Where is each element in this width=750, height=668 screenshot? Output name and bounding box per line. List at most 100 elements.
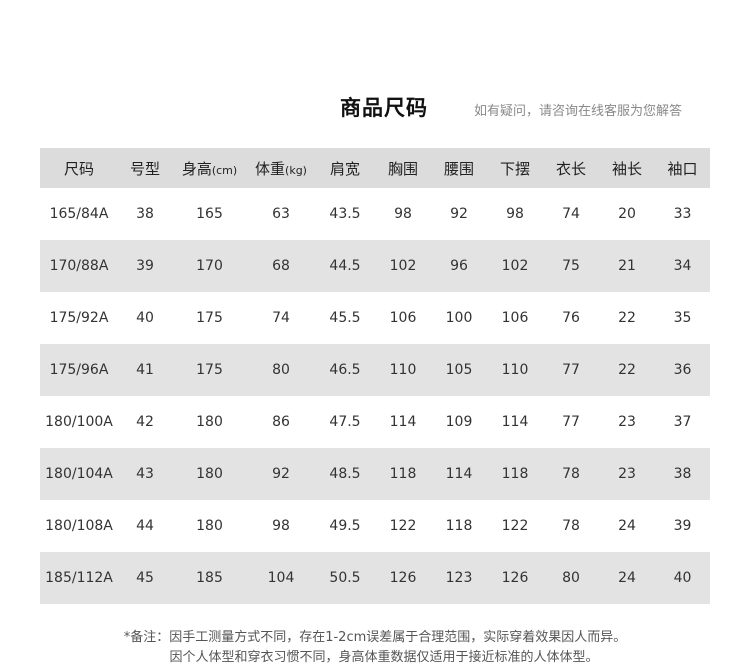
table-cell: 123 [431, 552, 487, 604]
column-header: 腰围 [431, 148, 487, 188]
table-cell: 175/92A [49, 310, 109, 326]
table-cell: 118 [487, 448, 543, 500]
footnote-line: 因个人体型和穿衣习惯不同，身高体重数据仅适用于接近标准的人体体型。 [169, 650, 599, 665]
table-cell: 41 [118, 344, 172, 396]
table-cell: 35 [673, 310, 692, 326]
table-cell: 114 [431, 448, 487, 500]
footnote: *备注：因手工测量方式不同，存在1-2cm误差属于合理范围，实际穿着效果因人而异… [0, 628, 750, 668]
table-cell: 98 [394, 206, 412, 222]
table-cell: 50.5 [315, 552, 375, 604]
table-cell: 39 [118, 240, 172, 292]
table-cell: 180/108A [45, 518, 113, 534]
table-cell: 34 [655, 240, 710, 292]
table-cell: 36 [655, 344, 710, 396]
table-cell: 175/96A [40, 344, 118, 396]
column-header: 体重(kg) [247, 148, 315, 188]
footnote-line: *备注：因手工测量方式不同，存在1-2cm误差属于合理范围，实际穿着效果因人而异… [123, 630, 627, 645]
size-table: 尺码 号型 身高(cm) 体重(kg) 肩宽 胸围 腰围 下摆 衣长 袖长 袖口… [40, 148, 710, 604]
table-cell: 102 [375, 240, 431, 292]
table-cell: 24 [618, 518, 636, 534]
table-cell: 102 [487, 240, 543, 292]
table-row: 165/84A 38 165 63 43.5 98 92 98 74 20 33 [40, 188, 710, 240]
page-title: 商品尺码 [340, 96, 428, 120]
column-header: 下摆 [487, 148, 543, 188]
table-cell: 106 [501, 310, 529, 326]
table-cell: 74 [272, 310, 290, 326]
table-cell: 110 [375, 344, 431, 396]
table-cell: 96 [431, 240, 487, 292]
table-row: 170/88A 39 170 68 44.5 102 96 102 75 21 34 [40, 240, 710, 292]
table-cell: 86 [272, 414, 290, 430]
table-cell: 48.5 [315, 448, 375, 500]
table-cell: 98 [506, 206, 524, 222]
table-cell: 22 [599, 344, 655, 396]
table-cell: 92 [247, 448, 315, 500]
table-cell: 106 [389, 310, 417, 326]
table-cell: 126 [487, 552, 543, 604]
table-cell: 170/88A [40, 240, 118, 292]
column-header: 身高(cm) [172, 148, 247, 188]
table-cell: 39 [673, 518, 692, 534]
table-cell: 77 [562, 414, 580, 430]
table-row: 180/104A 43 180 92 48.5 118 114 118 78 23 38 [40, 448, 710, 500]
table-cell: 63 [272, 206, 290, 222]
table-cell: 46.5 [315, 344, 375, 396]
column-header: 胸围 [375, 148, 431, 188]
table-cell: 105 [431, 344, 487, 396]
table-cell: 76 [562, 310, 580, 326]
table-cell: 68 [247, 240, 315, 292]
table-cell: 118 [445, 518, 473, 534]
table-cell: 45 [118, 552, 172, 604]
table-cell: 40 [655, 552, 710, 604]
table-cell: 118 [375, 448, 431, 500]
table-cell: 20 [618, 206, 636, 222]
table-cell: 170 [172, 240, 247, 292]
table-cell: 122 [389, 518, 417, 534]
table-cell: 126 [375, 552, 431, 604]
table-cell: 175 [196, 310, 223, 326]
table-cell: 92 [450, 206, 468, 222]
table-cell: 98 [272, 518, 290, 534]
table-cell: 22 [618, 310, 636, 326]
table-header-row: 尺码 号型 身高(cm) 体重(kg) 肩宽 胸围 腰围 下摆 衣长 袖长 袖口 [40, 148, 710, 188]
table-cell: 38 [655, 448, 710, 500]
table-body: 165/84A 38 165 63 43.5 98 92 98 74 20 33 170/88A 39 1… [40, 188, 710, 604]
table-cell: 74 [562, 206, 580, 222]
column-header: 衣长 [543, 148, 599, 188]
table-cell: 180 [196, 518, 223, 534]
table-cell: 47.5 [329, 414, 361, 430]
table-cell: 42 [136, 414, 154, 430]
table-cell: 122 [501, 518, 529, 534]
table-cell: 43.5 [329, 206, 361, 222]
table-cell: 109 [445, 414, 473, 430]
table-cell: 75 [543, 240, 599, 292]
table-cell: 45.5 [329, 310, 361, 326]
table-cell: 23 [599, 448, 655, 500]
table-cell: 180 [196, 414, 223, 430]
table-row: 175/96A 41 175 80 46.5 110 105 110 77 22 36 [40, 344, 710, 396]
table-cell: 78 [562, 518, 580, 534]
title-row: 商品尺码 如有疑问，请咨询在线客服为您解答 [0, 90, 750, 124]
table-cell: 104 [247, 552, 315, 604]
table-cell: 80 [543, 552, 599, 604]
table-cell: 114 [389, 414, 417, 430]
table-cell: 175 [172, 344, 247, 396]
table-cell: 24 [599, 552, 655, 604]
table-cell: 44 [136, 518, 154, 534]
column-header: 尺码 [40, 148, 118, 188]
table-cell: 110 [487, 344, 543, 396]
column-header: 袖长 [599, 148, 655, 188]
table-cell: 77 [543, 344, 599, 396]
column-header: 肩宽 [315, 148, 375, 188]
table-cell: 78 [543, 448, 599, 500]
table-cell: 44.5 [315, 240, 375, 292]
table-cell: 180 [172, 448, 247, 500]
table-cell: 23 [618, 414, 636, 430]
table-cell: 80 [247, 344, 315, 396]
table-row: 180/100A 42 180 86 47.5 114 109 114 77 23 37 [40, 396, 710, 448]
table-cell: 49.5 [329, 518, 361, 534]
column-header: 号型 [118, 148, 172, 188]
table-cell: 180/100A [45, 414, 113, 430]
column-header: 袖口 [655, 148, 710, 188]
table-cell: 100 [445, 310, 473, 326]
